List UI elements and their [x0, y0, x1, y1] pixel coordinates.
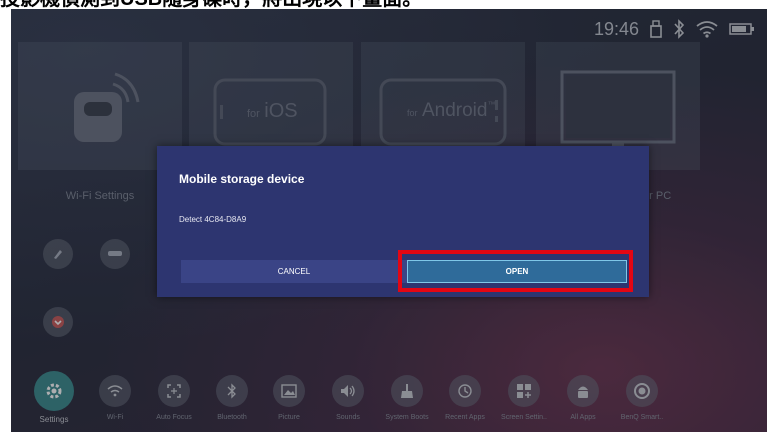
dialog-title: Mobile storage device: [179, 172, 305, 186]
projector-screen: 19:46 Wi-Fi Settings for iOS for Android…: [11, 9, 767, 432]
cancel-button[interactable]: CANCEL: [181, 260, 407, 283]
top-caption: 投影機偵測到USB隨身碟時，將出現以下畫面。: [0, 0, 778, 9]
open-highlight-box: [398, 250, 633, 292]
dialog-message: Detect 4C84-D8A9: [179, 215, 247, 224]
